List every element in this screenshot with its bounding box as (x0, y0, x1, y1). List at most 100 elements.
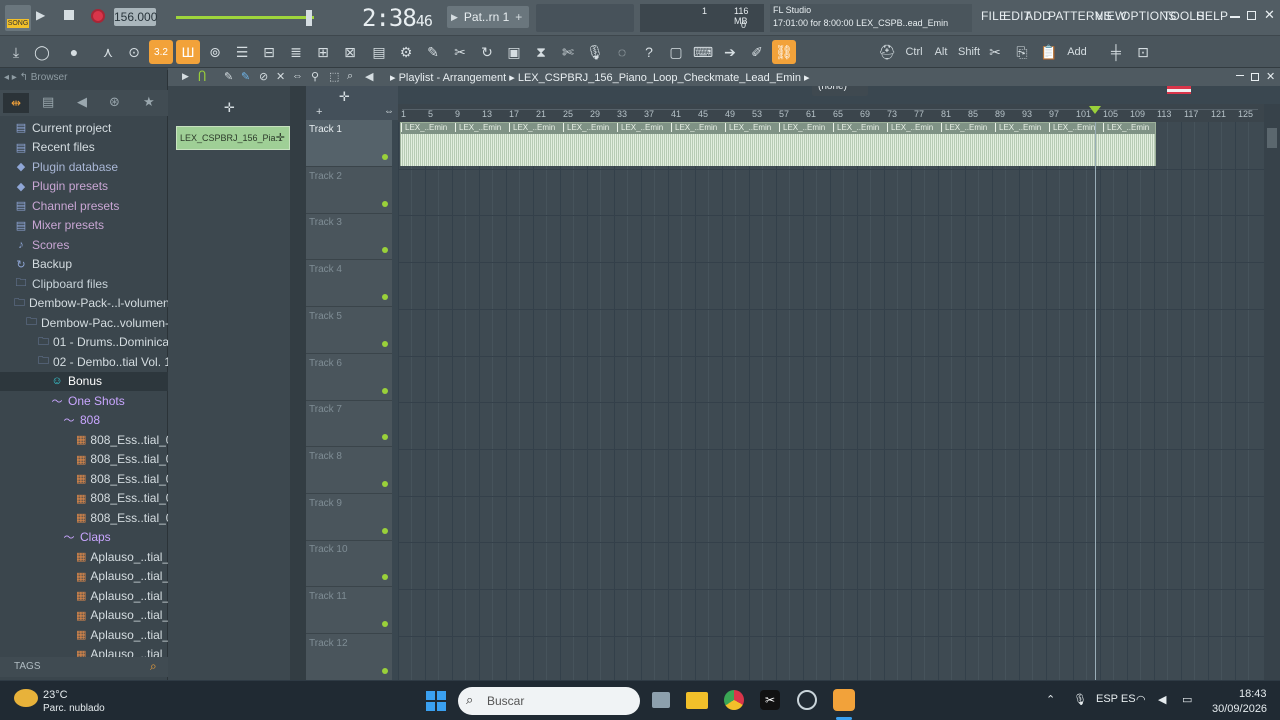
app-icon[interactable] (797, 690, 817, 710)
playlist-arrow-icon[interactable]: ▶ (182, 71, 189, 82)
weather-icon[interactable] (14, 689, 38, 707)
pen-icon[interactable]: ✐ (745, 40, 769, 64)
chat-icon[interactable]: ◌ (610, 40, 634, 64)
cut-tool-icon[interactable]: ✂ (448, 40, 472, 64)
track-mute-led[interactable] (382, 154, 388, 160)
browser-files-tab[interactable]: ▤ (42, 94, 54, 110)
metronome-icon[interactable]: ⋏ (96, 40, 120, 64)
browser-item[interactable]: 🗀 Clipboard files (0, 274, 168, 293)
keyboard-icon[interactable]: ⌨ (691, 40, 715, 64)
step-edit-icon[interactable]: Ш (176, 40, 200, 64)
track-mute-led[interactable] (382, 574, 388, 581)
channel-clip-item[interactable]: LEX_CSPBRJ_156_Pia... ✛ (176, 126, 290, 150)
browser-item[interactable]: ▤ Mixer presets (0, 216, 168, 235)
browser-item[interactable]: ♪ Scores (0, 235, 168, 254)
browser-icon[interactable]: ▤ (367, 40, 391, 64)
browser-item[interactable]: ◆ Plugin database (0, 157, 168, 176)
track-header[interactable]: Track 5 (306, 307, 392, 354)
track-mute-led[interactable] (382, 247, 388, 254)
tray-chevron-icon[interactable]: ⌃ (1046, 693, 1055, 706)
shift-key[interactable]: Shift (956, 40, 982, 64)
track-mute-led[interactable] (382, 340, 388, 347)
snap-button[interactable]: 3.2 (149, 40, 173, 64)
timeline-ruler[interactable]: 1 5 9 13 17 21 25 29 33 37 41 45 49 53 57 61 65 69 73 77 81 8… (398, 104, 1264, 122)
browser-item[interactable]: 🗀 01 - Drums..Dominicano (0, 333, 168, 352)
clock-icon[interactable]: ◯ (30, 40, 54, 64)
track-header[interactable]: Track 3 (306, 213, 392, 261)
browser-item[interactable]: 🗀 Dembow-Pac..volumen-1 (0, 313, 168, 332)
cart-icon[interactable]: ⊡ (1131, 40, 1155, 64)
clock-date[interactable]: 30/09/2026 (1212, 703, 1267, 715)
master-volume-knob[interactable] (306, 10, 312, 26)
browser-web-tab[interactable]: ⊛ (109, 94, 120, 110)
playhead-marker[interactable] (1089, 106, 1101, 114)
slice-tool-icon[interactable]: ⚲ (311, 70, 319, 83)
browser-item[interactable]: 🗀 02 - Dembo..tial Vol. 1 (0, 352, 168, 371)
plugin-icon[interactable]: ⚙ (394, 40, 418, 64)
save-icon[interactable]: ▣ (502, 40, 526, 64)
menu-help[interactable]: HELP (1196, 9, 1228, 23)
track-mute-led[interactable] (382, 294, 388, 301)
file-explorer-icon[interactable] (686, 692, 708, 709)
pattern-prev-icon[interactable]: ▶ (451, 12, 458, 23)
task-view-icon[interactable] (652, 692, 670, 708)
browser-item[interactable]: ▤ Channel presets (0, 196, 168, 215)
capcut-icon[interactable]: ✂ (760, 690, 780, 710)
refresh-icon[interactable]: ↻ (475, 40, 499, 64)
tempo-display[interactable]: 156.000 (114, 8, 157, 26)
draw-tool-icon[interactable]: ✎ (224, 70, 233, 83)
mic-tray-icon[interactable]: 🎙 (1073, 693, 1087, 706)
download-icon[interactable]: ⤓ (4, 40, 28, 64)
browser-item[interactable]: ◆ Plugin presets (0, 177, 168, 196)
piano-roll-icon[interactable]: ≣ (284, 40, 308, 64)
mic-icon[interactable]: 🎙 (583, 40, 607, 64)
track-header[interactable]: Track 1 (306, 120, 392, 167)
browser-item[interactable]: ▦Aplauso_..tial_05 (0, 625, 168, 644)
browser-item[interactable]: ↻ Backup (0, 255, 168, 274)
browser-item[interactable]: ▦808_Ess..tial_04 (0, 489, 168, 508)
speaker-icon[interactable]: ◀ (365, 70, 373, 83)
help-icon[interactable]: ? (637, 40, 661, 64)
audio-clip[interactable]: LEX_..Emin LEX_..Emin LEX_..Emin LEX_..Emin… (400, 122, 1156, 166)
mixer-icon[interactable]: ⊞ (311, 40, 335, 64)
close-icon[interactable]: ✕ (1264, 7, 1275, 23)
loop-record-icon[interactable]: ⊚ (203, 40, 227, 64)
track-mute-led[interactable] (382, 387, 388, 394)
zoom-tool-icon[interactable]: ⌕ (347, 70, 353, 83)
scissors-icon[interactable]: ✄ (556, 40, 580, 64)
delete-tool-icon[interactable]: ⊘ (259, 70, 268, 83)
cut-icon[interactable]: ✂ (983, 40, 1007, 64)
browser-item[interactable]: ▤ Recent files (0, 138, 168, 157)
browser-plugins-tab[interactable]: ◀ (77, 94, 87, 110)
track-mute-led[interactable] (382, 667, 388, 674)
playlist-grid[interactable]: LEX_..Emin LEX_..Emin LEX_..Emin LEX_..Emin… (398, 122, 1264, 680)
playlist-vscroll[interactable] (1264, 104, 1280, 680)
magnet-icon[interactable]: Ⴖ (198, 69, 206, 85)
taskbar-search[interactable]: ⌕ Buscar (458, 687, 640, 715)
arrow-lr-icon[interactable]: ⇔ (384, 106, 394, 117)
track-header[interactable]: Track 8 (306, 447, 392, 494)
master-volume-slider[interactable] (176, 16, 314, 19)
playlist-scroll-strip[interactable] (290, 86, 306, 680)
pattern-selector[interactable]: ▶ Pat..rn 1 + (447, 6, 529, 28)
playlist-maximize-icon[interactable] (1251, 73, 1259, 81)
track-mute-led[interactable] (382, 480, 388, 487)
wait-record-icon[interactable]: ⊙ (122, 40, 146, 64)
master-pitch-knob[interactable]: ● (62, 40, 86, 64)
alt-key[interactable]: Alt (929, 40, 953, 64)
browser-all-tab[interactable]: ⇹ (3, 93, 29, 113)
copy-icon[interactable]: ⎘ (1010, 40, 1034, 64)
browser-item[interactable]: 〜 One Shots (0, 391, 168, 410)
search-icon[interactable]: ⌕ (150, 659, 157, 674)
select-tool-icon[interactable]: ⬚ (329, 70, 339, 83)
browser-item[interactable]: ▦Aplauso_..tial_02 (0, 567, 168, 586)
track-mute-led[interactable] (382, 434, 388, 441)
tune-icon[interactable]: ✎ (421, 40, 445, 64)
maximize-icon[interactable] (1247, 11, 1256, 20)
track-header[interactable]: Track 4 (306, 260, 392, 308)
paint-tool-icon[interactable]: ✎ (241, 70, 250, 83)
link-icon[interactable]: ⛓ (772, 40, 796, 64)
track-header[interactable]: Track 11 (306, 587, 392, 634)
add-track-icon[interactable]: + (316, 106, 322, 118)
vscroll-thumb[interactable] (1267, 128, 1277, 148)
